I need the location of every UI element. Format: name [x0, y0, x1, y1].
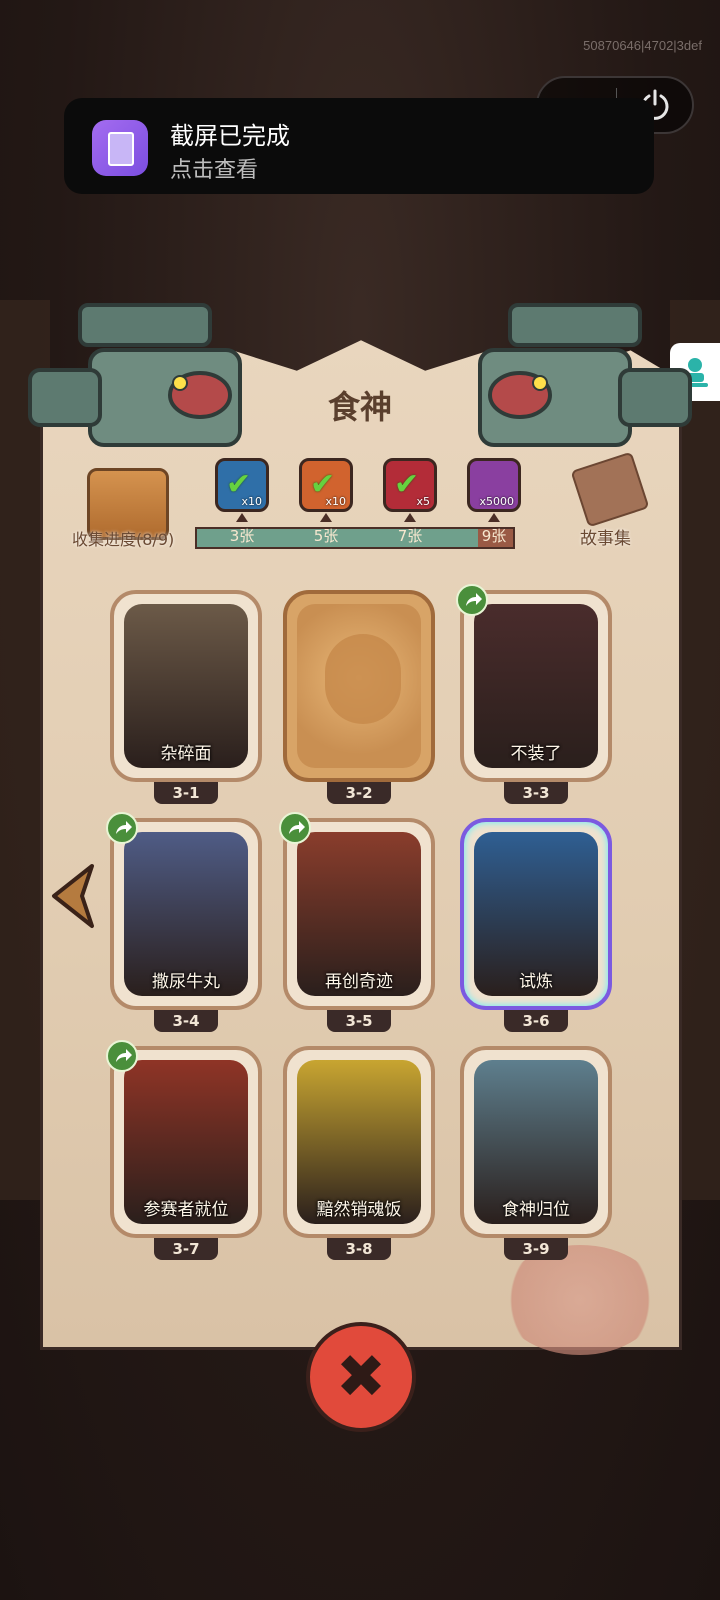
- milestone-label: 3张: [229, 527, 255, 545]
- reward-orange-scroll-icon[interactable]: ✔ x10: [299, 458, 353, 512]
- share-icon[interactable]: [106, 1040, 138, 1072]
- card-title: 黯然销魂饭: [316, 1200, 402, 1220]
- card-code: 3-4: [154, 1010, 218, 1032]
- film-camera-right-icon: [478, 303, 692, 447]
- card-code: 3-6: [504, 1010, 568, 1032]
- share-icon[interactable]: [279, 812, 311, 844]
- card-title: 试炼: [519, 972, 553, 992]
- card-title: 杂碎面: [160, 744, 212, 764]
- card-title: 撒尿牛丸: [152, 972, 220, 992]
- reward-quantity: x5000: [479, 495, 514, 508]
- milestone-marker: [320, 513, 332, 522]
- share-icon[interactable]: [456, 584, 488, 616]
- milestone-label: 9张: [481, 527, 507, 545]
- chef-silhouette-icon: [325, 634, 401, 724]
- build-id: 50870646|4702|3def: [583, 38, 702, 53]
- film-camera-left-icon: [28, 303, 242, 447]
- close-x-icon: ✖: [335, 1342, 387, 1412]
- card-title: 食神归位: [502, 1200, 570, 1220]
- card-code: 3-1: [154, 782, 218, 804]
- back-arrow-icon[interactable]: [48, 862, 96, 930]
- reward-quantity: x5: [416, 495, 430, 508]
- screenshot-gallery-icon: [92, 120, 148, 176]
- card-title: 再创奇迹: [325, 972, 393, 992]
- toast-subtitle[interactable]: 点击查看: [170, 152, 258, 184]
- story-card-3-7[interactable]: 参赛者就位: [110, 1046, 262, 1238]
- reward-crystal-icon[interactable]: x5000: [467, 458, 521, 512]
- story-card-3-5[interactable]: 再创奇迹: [283, 818, 435, 1010]
- milestone-marker: [404, 513, 416, 522]
- reward-quantity: x10: [241, 495, 262, 508]
- story-collection-label[interactable]: 故事集: [580, 524, 631, 549]
- panel-title: 食神: [327, 388, 392, 426]
- card-code: 3-2: [327, 782, 391, 804]
- card-code: 3-9: [504, 1238, 568, 1260]
- reward-quantity: x10: [325, 495, 346, 508]
- story-card-3-8[interactable]: 黯然销魂饭: [283, 1046, 435, 1238]
- story-card-3-6[interactable]: 试炼: [460, 818, 612, 1010]
- story-card-3-4[interactable]: 撒尿牛丸: [110, 818, 262, 1010]
- collect-progress-label: 收集进度(8/9): [72, 530, 175, 549]
- reward-rainbow-orb-icon[interactable]: ✔ x5: [383, 458, 437, 512]
- milestone-label: 7张: [397, 527, 423, 545]
- share-icon[interactable]: [106, 812, 138, 844]
- card-code: 3-3: [504, 782, 568, 804]
- story-card-3-1[interactable]: 杂碎面: [110, 590, 262, 782]
- card-code: 3-8: [327, 1238, 391, 1260]
- story-card-3-9[interactable]: 食神归位: [460, 1046, 612, 1238]
- screenshot-toast[interactable]: 截屏已完成 点击查看: [64, 98, 654, 194]
- milestone-label: 5张: [313, 527, 339, 545]
- card-title: 参赛者就位: [143, 1200, 229, 1220]
- milestone-marker: [488, 513, 500, 522]
- card-code: 3-7: [154, 1238, 218, 1260]
- toast-title: 截屏已完成: [170, 122, 290, 150]
- card-title: 不装了: [510, 744, 562, 764]
- seal-stamp: [500, 1245, 660, 1355]
- story-card-3-2[interactable]: [283, 590, 435, 782]
- close-button[interactable]: ✖: [306, 1322, 416, 1432]
- milestone-marker: [236, 513, 248, 522]
- story-card-3-3[interactable]: 不装了: [460, 590, 612, 782]
- reward-wood-chest-icon[interactable]: ✔ x10: [215, 458, 269, 512]
- card-code: 3-5: [327, 1010, 391, 1032]
